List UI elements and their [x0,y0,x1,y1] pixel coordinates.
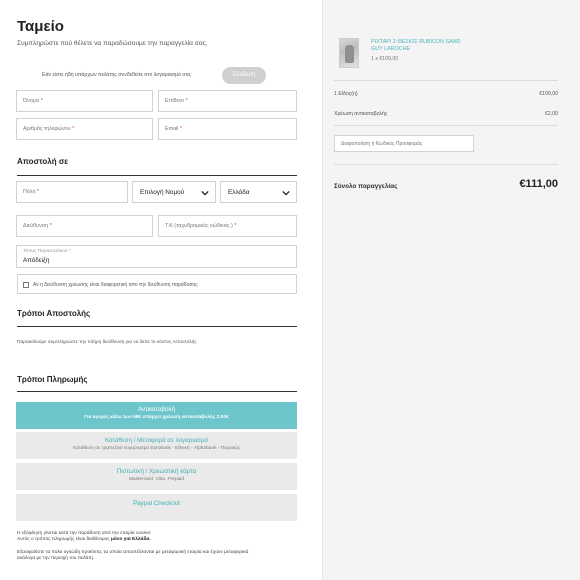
payment-option-paypal[interactable]: Paypal Checkout [16,494,297,521]
payment-option-name: Αντικαταβολή [138,406,175,413]
payment-option-detail: Για αγορές κάτω των 59€ υπάρχει χρέωση α… [84,415,229,420]
payment-note: Η εξόφληση γίνεται κατά την παράδοση από… [17,531,152,544]
summary-divider [334,125,558,126]
payment-note-line2: Αυτός ο τρόπος πληρωμής είναι διαθέσιμος [17,537,111,543]
section-divider [17,175,297,176]
coupon-placeholder: Διαφοποίηση ή Κωδικός Προσφοράς [341,141,423,147]
invoice-type-label: Τύπος Παραστατικού [23,249,68,254]
items-subtotal-value: €109,00 [539,91,558,97]
country-select-value: Ελλάδα [228,189,250,196]
page-title: Ταμείο [17,18,64,35]
different-billing-checkbox[interactable] [23,282,29,288]
cod-fee-row: Χρέωση αντικαταβολής €2,00 [334,111,558,117]
summary-divider [334,164,558,165]
section-divider [17,326,297,327]
last-name-field[interactable]: Επίθετο * [158,90,297,112]
payment-option-detail: Mastercard, Visa, Prepaid [128,477,185,482]
invoice-type-select[interactable]: Τύπος Παραστατικού * Απόδειξη [16,245,297,268]
city-field[interactable]: Πόλη * [16,181,128,203]
first-name-field[interactable]: Όνομα * [16,90,153,112]
order-summary-panel [322,0,580,580]
payment-option-bank-transfer[interactable]: Κατάθεση / Μεταφορά σε λογαριασμό Κατάθε… [16,432,297,459]
postcode-field[interactable]: Τ.Κ (ταχυδρομικός κώδικας ) * [158,215,297,237]
login-prompt: Εάν είστε ήδη υπάρχων πελάτης συνδεθείτε… [42,72,192,78]
phone-label: Αριθμός τηλεφώνου [23,126,71,132]
login-row: Εάν είστε ήδη υπάρχων πελάτης συνδεθείτε… [42,67,297,85]
payment-note-emphasis: μόνο για Ελλάδα. [110,537,151,543]
postcode-label: Τ.Κ (ταχυδρομικός κώδικας ) [165,223,233,229]
login-button[interactable]: Σύνδεση [222,67,266,84]
required-mark: * [68,249,71,254]
items-count-label: 1 Είδος(η) [334,91,358,97]
address-field[interactable]: Διεύθυνση * [16,215,153,237]
product-quantity: 1 x €109,00 [371,56,399,62]
region-select-value: Επιλογή Νομού [140,189,185,196]
chevron-down-icon [282,190,290,196]
payment-option-detail: Κατάθεση σε τραπεζικό λογαριασμό Euroban… [72,446,241,451]
phone-field[interactable]: Αριθμός τηλεφώνου * [16,118,153,140]
shipping-section-title: Αποστολή σε [17,157,69,166]
section-divider [17,391,297,392]
order-total-value: €111,00 [519,178,558,190]
address-label: Διεύθυνση [23,223,49,229]
different-billing-label: Αν η διεύθυνση χρέωσης είναι διαφορετική… [33,282,198,288]
country-select[interactable]: Ελλάδα [220,181,297,203]
payment-option-name: Κατάθεση / Μεταφορά σε λογαριασμό [105,437,208,444]
bulky-note-line2: ανάλογα με την περιοχή του πελάτη. [17,556,95,562]
city-label: Πόλη [23,189,36,195]
required-mark: * [185,98,188,104]
summary-divider [334,80,558,81]
email-field[interactable]: Email * [158,118,297,140]
email-label: Email [165,126,179,132]
first-name-label: Όνομα [23,98,40,104]
shipping-bulky-note: Εξασφαλίστε τα πολύ ογκώδη προϊόντα, τα … [17,550,248,563]
required-mark: * [36,189,40,195]
chevron-down-icon [201,190,209,196]
payment-option-card[interactable]: Πιστωτική / Χρεωστική κάρτα Mastercard, … [16,463,297,490]
order-total-label: Σύνολο παραγγελίας [334,183,398,190]
product-name-line2: GUY LAROCHE [371,46,411,52]
required-mark: * [234,223,237,229]
product-name-link[interactable]: ΡΙΧΤΑΡΙ 2-ΘΕΣΙΟΣ RUBICON SAND GUY LAROCH… [371,39,491,53]
payment-option-name: Paypal Checkout [133,500,180,507]
coupon-input[interactable]: Διαφοποίηση ή Κωδικός Προσφοράς [334,135,474,152]
payment-section-title: Τρόποι Πληρωμής [17,375,88,384]
items-subtotal-row: 1 Είδος(η) €109,00 [334,91,558,97]
shipping-methods-title: Τρόποι Αποστολής [17,309,91,318]
required-mark: * [72,126,75,132]
page-subtitle: Συμπληρώστε πού θέλετε να παραδώσουμε τη… [17,40,208,47]
invoice-type-value: Απόδειξη [23,257,50,264]
region-select[interactable]: Επιλογή Νομού [132,181,216,203]
checkout-form-column: Ταμείο Συμπληρώστε πού θέλετε να παραδώσ… [0,0,322,580]
cod-fee-label: Χρέωση αντικαταβολής [334,111,388,117]
required-mark: * [179,126,183,132]
different-billing-row[interactable]: Αν η διεύθυνση χρέωσης είναι διαφορετική… [17,274,297,294]
last-name-label: Επίθετο [165,98,184,104]
payment-option-name: Πιστωτική / Χρεωστική κάρτα [116,468,197,475]
required-mark: * [49,223,52,229]
product-image [345,45,354,63]
payment-option-cod[interactable]: Αντικαταβολή Για αγορές κάτω των 59€ υπά… [16,402,297,429]
product-thumbnail [339,38,359,68]
cod-fee-value: €2,00 [545,111,558,117]
required-mark: * [40,98,43,104]
product-name-line1: ΡΙΧΤΑΡΙ 2-ΘΕΣΙΟΣ RUBICON SAND [371,39,461,45]
shipping-methods-note: Παρακαλούμε συμπληρώστε την πλήρη διεύθυ… [17,340,197,345]
